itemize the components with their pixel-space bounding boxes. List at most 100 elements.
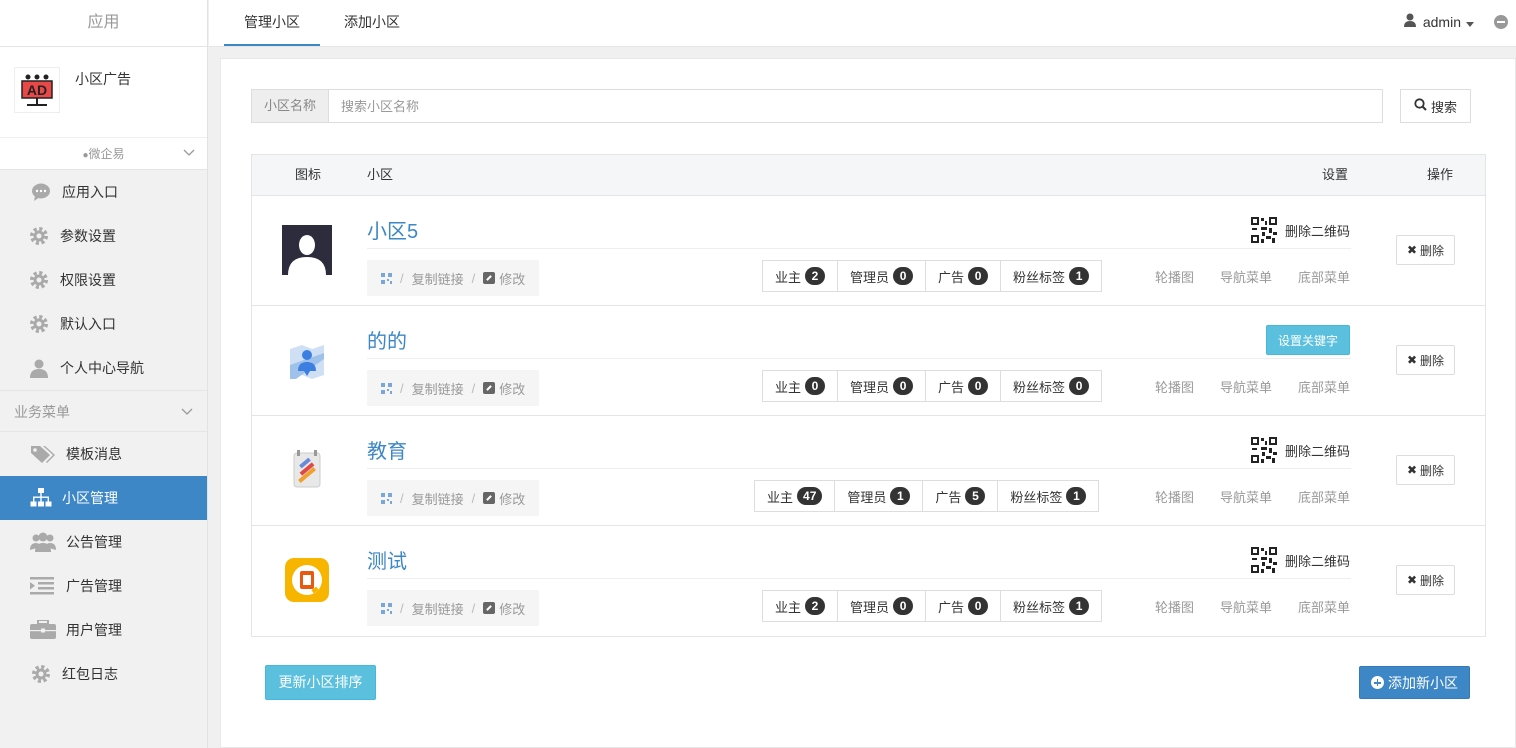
qr-code-icon[interactable] <box>381 492 392 504</box>
community-name[interactable]: 的的 <box>367 325 407 354</box>
sidebar-item-announcement-mgmt[interactable]: 公告管理 <box>0 520 207 564</box>
stat-fans[interactable]: 粉丝标签 0 <box>1001 371 1101 401</box>
sidebar-item-permissions[interactable]: 权限设置 <box>0 258 207 302</box>
community-name[interactable]: 教育 <box>367 435 407 464</box>
community-name[interactable]: 小区5 <box>367 215 418 244</box>
logout-icon[interactable] <box>1494 15 1508 29</box>
delete-qr-link[interactable]: 删除二维码 <box>1250 437 1350 463</box>
business-menu-toggle[interactable]: 业务菜单 <box>0 390 207 432</box>
carousel-link[interactable]: 轮播图 <box>1155 377 1194 396</box>
stat-fans[interactable]: 粉丝标签 1 <box>1001 591 1101 621</box>
sidebar-item-ad-mgmt[interactable]: 广告管理 <box>0 564 207 608</box>
sidebar-item-template-msg[interactable]: 模板消息 <box>0 432 207 476</box>
bottom-menu-link[interactable]: 底部菜单 <box>1298 267 1350 286</box>
indent-icon <box>30 575 56 597</box>
bottom-menu-link[interactable]: 底部菜单 <box>1298 597 1350 616</box>
row-links: 轮播图 导航菜单 底部菜单 <box>1129 480 1350 512</box>
edit-icon <box>483 492 496 504</box>
stat-ad[interactable]: 广告 5 <box>923 481 999 511</box>
stat-owner[interactable]: 业主 2 <box>763 591 839 621</box>
nav-menu-link[interactable]: 导航菜单 <box>1220 487 1272 506</box>
bottom-menu-link[interactable]: 底部菜单 <box>1298 377 1350 396</box>
stat-owner[interactable]: 业主 0 <box>763 371 839 401</box>
add-community-button[interactable]: 添加新小区 <box>1359 666 1470 699</box>
sidebar-item-user-center-nav[interactable]: 个人中心导航 <box>0 346 207 390</box>
sidebar-item-default-entry[interactable]: 默认入口 <box>0 302 207 346</box>
sidebar-item-redpacket-log[interactable]: 红包日志 <box>0 652 207 696</box>
qr-code-icon[interactable] <box>381 272 392 284</box>
copy-link[interactable]: 复制链接 <box>412 599 464 618</box>
update-sort-button[interactable]: 更新小区排序 <box>265 665 376 700</box>
separator: / <box>400 490 404 506</box>
stat-label: 粉丝标签 <box>1013 379 1066 395</box>
edit-icon <box>483 272 496 284</box>
gear-icon <box>28 225 50 247</box>
edit-icon <box>483 382 496 394</box>
carousel-link[interactable]: 轮播图 <box>1155 267 1194 286</box>
delete-button[interactable]: ✖ 删除 <box>1396 345 1455 375</box>
main-panel: 小区名称 搜索 图标 小区 设置 操作 小区5 删除二维码 <box>220 58 1516 748</box>
row-actions: / 复制链接 / 修改 <box>367 370 540 406</box>
stat-owner[interactable]: 业主 2 <box>763 261 839 291</box>
copy-link[interactable]: 复制链接 <box>412 269 464 288</box>
delete-button[interactable]: ✖ 删除 <box>1396 565 1455 595</box>
count-badge: 1 <box>1069 597 1090 615</box>
copy-link[interactable]: 复制链接 <box>412 379 464 398</box>
nav-menu-link[interactable]: 导航菜单 <box>1220 267 1272 286</box>
edit-link[interactable]: 修改 <box>499 599 525 618</box>
avatar-placeholder-icon <box>282 225 332 275</box>
chevron-down-icon <box>181 391 193 433</box>
copy-link[interactable]: 复制链接 <box>412 489 464 508</box>
stat-owner[interactable]: 业主 47 <box>755 481 836 511</box>
set-keyword-button[interactable]: 设置关键字 <box>1265 325 1350 355</box>
delete-button[interactable]: ✖ 删除 <box>1396 235 1455 265</box>
stat-fans[interactable]: 粉丝标签 1 <box>1001 261 1101 291</box>
delete-qr-link[interactable]: 删除二维码 <box>1250 547 1350 573</box>
community-name[interactable]: 测试 <box>367 545 407 574</box>
divider <box>367 248 1351 249</box>
edit-link[interactable]: 修改 <box>499 269 525 288</box>
count-badge: 2 <box>805 267 826 285</box>
stat-ad[interactable]: 广告 0 <box>926 371 1002 401</box>
delete-button[interactable]: ✖ 删除 <box>1396 455 1455 485</box>
sidebar-item-app-entry[interactable]: 应用入口 <box>0 170 207 214</box>
qr-code-icon[interactable] <box>381 382 392 394</box>
carousel-link[interactable]: 轮播图 <box>1155 487 1194 506</box>
edit-link[interactable]: 修改 <box>499 379 525 398</box>
sidebar-item-community-mgmt[interactable]: 小区管理 <box>0 476 207 520</box>
count-badge: 5 <box>965 487 986 505</box>
search-input[interactable] <box>329 90 1382 122</box>
stat-admin[interactable]: 管理员 0 <box>838 591 927 621</box>
sidebar-item-user-mgmt[interactable]: 用户管理 <box>0 608 207 652</box>
stat-fans[interactable]: 粉丝标签 1 <box>998 481 1098 511</box>
separator: / <box>400 380 404 396</box>
sidebar-item-label: 小区管理 <box>62 490 118 506</box>
wqy-label: 微企易 <box>88 147 125 161</box>
qr-code-icon[interactable] <box>381 602 392 614</box>
gear-icon <box>28 269 50 291</box>
nav-menu-link[interactable]: 导航菜单 <box>1220 597 1272 616</box>
nav-menu-link[interactable]: 导航菜单 <box>1220 377 1272 396</box>
carousel-link[interactable]: 轮播图 <box>1155 597 1194 616</box>
stat-admin[interactable]: 管理员 0 <box>838 261 927 291</box>
tab-manage-community[interactable]: 管理小区 <box>224 0 320 46</box>
count-badge: 1 <box>1066 487 1087 505</box>
stat-label: 管理员 <box>850 269 890 285</box>
stat-ad[interactable]: 广告 0 <box>926 591 1002 621</box>
search-button[interactable]: 搜索 <box>1400 89 1471 123</box>
stat-admin[interactable]: 管理员 0 <box>838 371 927 401</box>
qr-code-icon <box>1250 547 1277 573</box>
stat-ad[interactable]: 广告 0 <box>926 261 1002 291</box>
wqy-toggle[interactable]: ●微企易 <box>0 138 207 170</box>
stat-admin[interactable]: 管理员 1 <box>835 481 924 511</box>
header-community: 小区 <box>367 167 394 182</box>
education-icon <box>282 445 332 495</box>
header-icon: 图标 <box>295 167 322 182</box>
tab-add-community[interactable]: 添加小区 <box>334 0 410 46</box>
sidebar-item-params[interactable]: 参数设置 <box>0 214 207 258</box>
edit-link[interactable]: 修改 <box>499 489 525 508</box>
user-menu[interactable]: admin <box>1403 13 1474 30</box>
delete-qr-link[interactable]: 删除二维码 <box>1250 217 1350 243</box>
bottom-menu-link[interactable]: 底部菜单 <box>1298 487 1350 506</box>
svg-text:AD: AD <box>27 82 47 98</box>
